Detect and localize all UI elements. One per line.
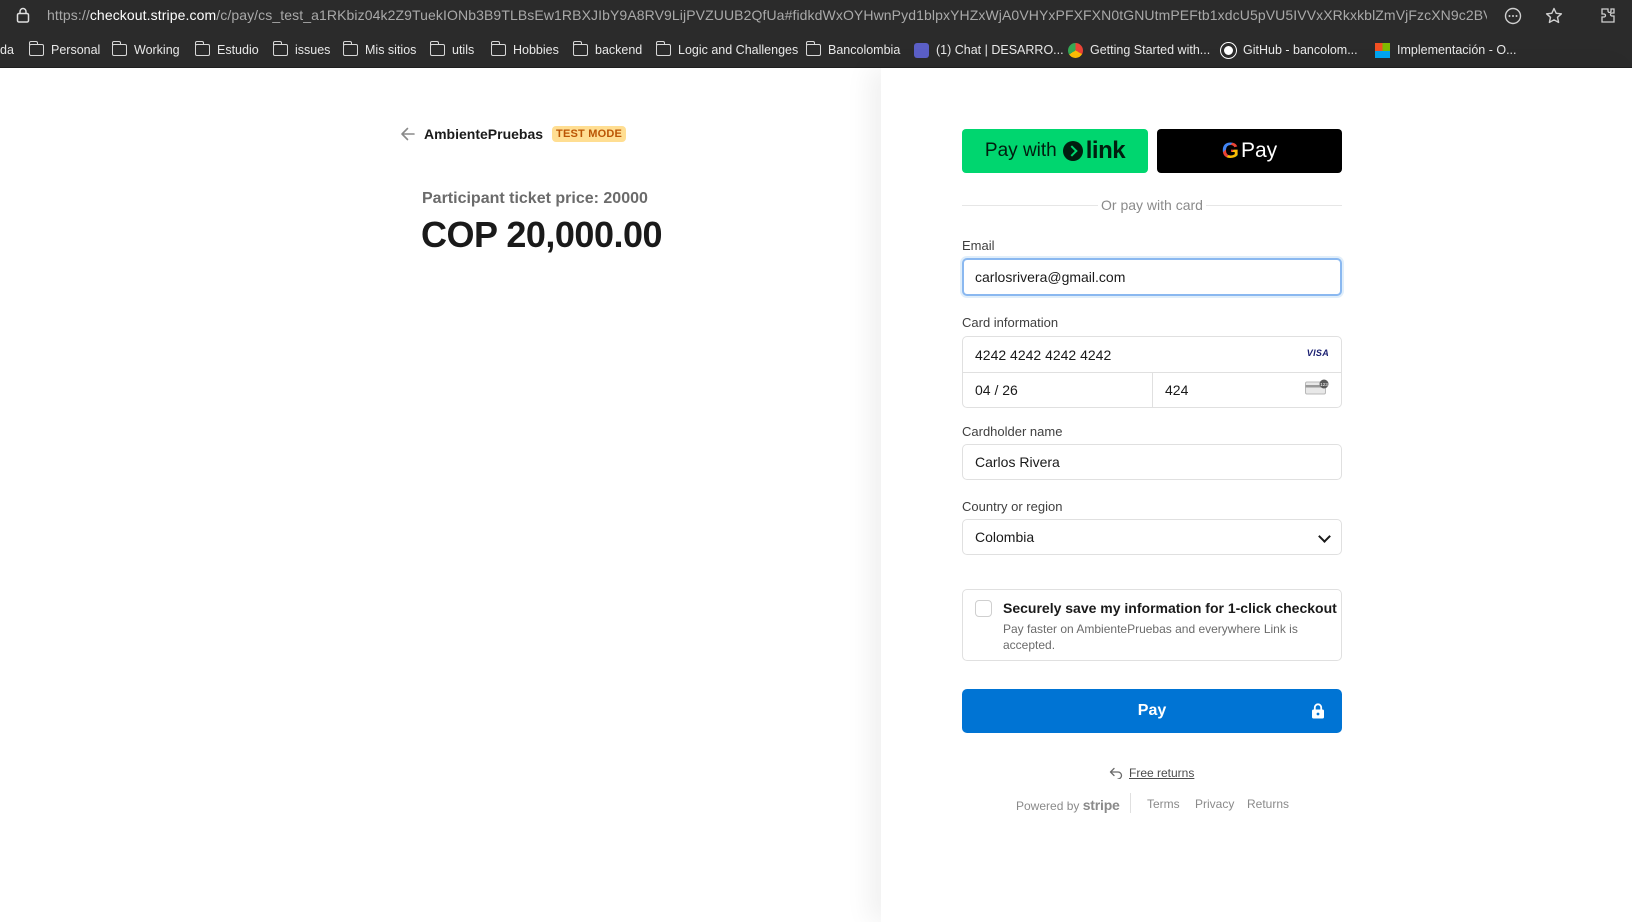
bookmark-item[interactable]: da [0,41,14,59]
merchant-header: AmbientePruebas TEST MODE [400,126,627,142]
powered-by-stripe[interactable]: Powered by stripe [1016,797,1120,813]
privacy-link[interactable]: Privacy [1195,797,1234,811]
svg-text:123: 123 [1320,382,1328,387]
back-arrow-icon[interactable] [400,127,416,141]
cardholder-name-value: Carlos Rivera [975,454,1060,470]
bookmark-folder-issues[interactable]: issues [272,41,330,59]
free-returns-label: Free returns [1129,766,1195,780]
save-info-title[interactable]: Securely save my information for 1-click… [1003,600,1337,616]
bookmark-folder-bancolombia[interactable]: Bancolombia [805,41,900,59]
cardholder-name-field[interactable]: Carlos Rivera [962,444,1342,480]
teams-icon [914,42,929,58]
pay-button-label: Pay [1137,702,1167,719]
more-options-icon[interactable] [1503,6,1523,26]
bookmark-folder-logic[interactable]: Logic and Challenges [655,41,798,59]
pay-button[interactable]: Pay [962,689,1342,733]
link-logo-icon [1062,141,1083,161]
lock-icon[interactable] [16,7,30,23]
folder-icon [272,41,288,56]
product-name: Participant ticket price: 20000 [422,190,648,207]
folder-icon [490,41,506,56]
card-expiry-input[interactable]: 04 / 26 [975,382,1018,398]
email-label: Email [962,238,995,253]
chrome-icon [1068,42,1083,58]
bookmark-folder-utils[interactable]: utils [429,41,474,59]
terms-link[interactable]: Terms [1147,797,1180,811]
pay-with-link-button[interactable]: Pay with link [962,129,1148,173]
link-button-label: Pay with [984,140,1057,161]
folder-icon [655,41,671,56]
bookmark-teams-chat[interactable]: (1) Chat | DESARRO... [914,41,1064,59]
chevron-down-icon [1318,530,1331,543]
folder-icon [194,41,210,56]
cvc-card-icon: 123 [1305,379,1329,395]
free-returns-link[interactable]: Free returns [1109,766,1194,780]
link-word: link [1085,137,1126,164]
bookmark-folder-hobbies[interactable]: Hobbies [490,41,559,59]
save-info-description: Pay faster on AmbientePruebas and everyw… [1003,622,1298,652]
card-number-input[interactable]: 4242 4242 4242 4242 [975,347,1111,363]
bookmark-github[interactable]: GitHub - bancolom... [1221,41,1358,59]
bookmark-folder-personal[interactable]: Personal [28,41,100,59]
returns-link[interactable]: Returns [1247,797,1289,811]
star-icon[interactable] [1544,6,1564,26]
card-separator-vertical [1152,373,1153,408]
payment-panel [881,68,1632,922]
url-text[interactable]: https://checkout.stripe.com/c/pay/cs_tes… [47,7,1487,23]
bookmark-folder-working[interactable]: Working [111,41,180,59]
total-price: COP 20,000.00 [421,214,663,255]
bookmark-getting-started[interactable]: Getting Started with... [1068,41,1210,59]
bookmark-implementacion[interactable]: Implementación - O... [1375,41,1517,59]
email-value: carlosrivera@gmail.com [975,269,1126,285]
visa-icon: VISA [1306,348,1329,358]
address-bar[interactable]: https://checkout.stripe.com/c/pay/cs_tes… [0,0,1632,32]
save-info-box: Securely save my information for 1-click… [962,589,1342,661]
bookmark-folder-estudio[interactable]: Estudio [194,41,259,59]
lock-icon [1312,703,1324,719]
microsoft-icon [1375,42,1390,58]
country-select[interactable]: Colombia [962,519,1342,555]
checkout-page: AmbientePruebas TEST MODE Participant ti… [0,68,1632,922]
email-field[interactable]: carlosrivera@gmail.com [962,258,1342,296]
country-value: Colombia [975,529,1035,545]
folder-icon [429,41,445,56]
github-icon [1221,42,1236,58]
footer-separator [1130,793,1131,813]
divider-right [1206,205,1342,206]
folder-icon [805,41,821,56]
cardholder-name-label: Cardholder name [962,424,1063,439]
test-mode-badge: TEST MODE [552,126,627,142]
merchant-name[interactable]: AmbientePruebas [424,126,543,142]
stripe-logo: stripe [1082,797,1120,813]
google-g-icon: G [1221,138,1239,163]
save-info-checkbox[interactable] [975,600,992,617]
bookmarks-bar: da Personal Working Estudio issues Mis s… [0,32,1632,68]
powered-by-label: Powered by [1016,799,1080,813]
card-information-field: 4242 4242 4242 4242 VISA 04 / 26 424 123 [962,336,1342,408]
bookmark-folder-mis-sitios[interactable]: Mis sitios [342,41,416,59]
country-label: Country or region [962,499,1063,514]
google-pay-button[interactable]: G Pay [1157,129,1342,173]
card-cvc-input[interactable]: 424 [1165,382,1188,398]
folder-icon [572,41,588,56]
folder-icon [28,41,44,56]
return-arrow-icon [1109,767,1123,779]
bookmark-folder-backend[interactable]: backend [572,41,642,59]
extensions-icon[interactable] [1598,6,1618,26]
folder-icon [111,41,127,56]
gpay-label: Pay [1240,139,1278,162]
card-information-label: Card information [962,315,1059,330]
folder-icon [342,41,358,56]
